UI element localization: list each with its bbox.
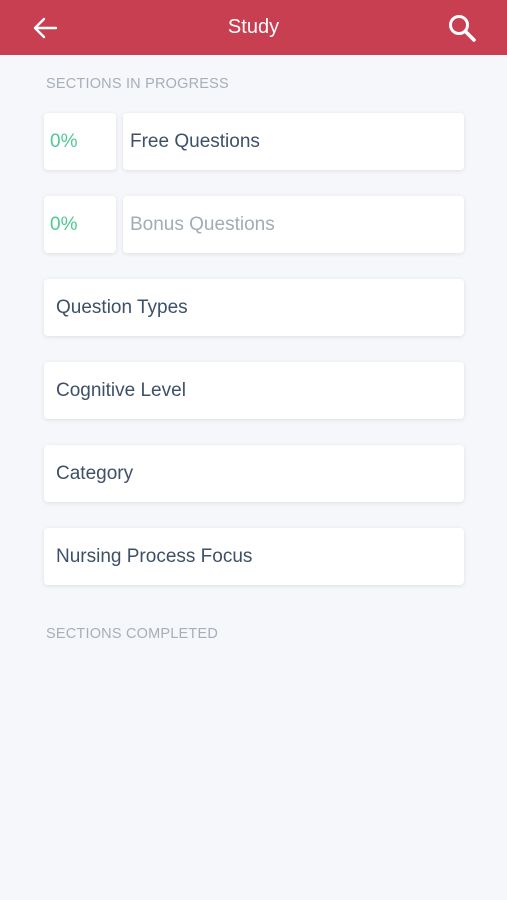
progress-percent: 0% xyxy=(50,130,78,152)
arrow-left-icon xyxy=(33,17,58,39)
progress-percent: 0% xyxy=(50,213,78,235)
search-icon xyxy=(449,15,476,42)
free-questions-progress[interactable]: 0% xyxy=(44,113,116,170)
category-card[interactable]: Category xyxy=(44,445,464,502)
app-header: Study xyxy=(0,0,507,55)
bonus-questions-progress[interactable]: 0% xyxy=(44,196,116,253)
search-button[interactable] xyxy=(440,8,484,48)
cognitive-level-card[interactable]: Cognitive Level xyxy=(44,362,464,419)
section-label: Free Questions xyxy=(130,130,260,152)
section-label: Bonus Questions xyxy=(130,213,275,235)
free-questions-card[interactable]: Free Questions xyxy=(123,113,464,170)
sections-completed-heading: SECTIONS COMPLETED xyxy=(46,626,218,642)
group-label: Category xyxy=(56,462,134,484)
group-label: Nursing Process Focus xyxy=(56,545,253,567)
group-label: Cognitive Level xyxy=(56,379,186,401)
sections-in-progress-heading: SECTIONS IN PROGRESS xyxy=(46,76,229,92)
group-label: Question Types xyxy=(56,296,188,318)
nursing-process-focus-card[interactable]: Nursing Process Focus xyxy=(44,528,464,585)
bonus-questions-card[interactable]: Bonus Questions xyxy=(123,196,464,253)
back-button[interactable] xyxy=(26,10,64,46)
page-title: Study xyxy=(227,16,280,38)
question-types-card[interactable]: Question Types xyxy=(44,279,464,336)
